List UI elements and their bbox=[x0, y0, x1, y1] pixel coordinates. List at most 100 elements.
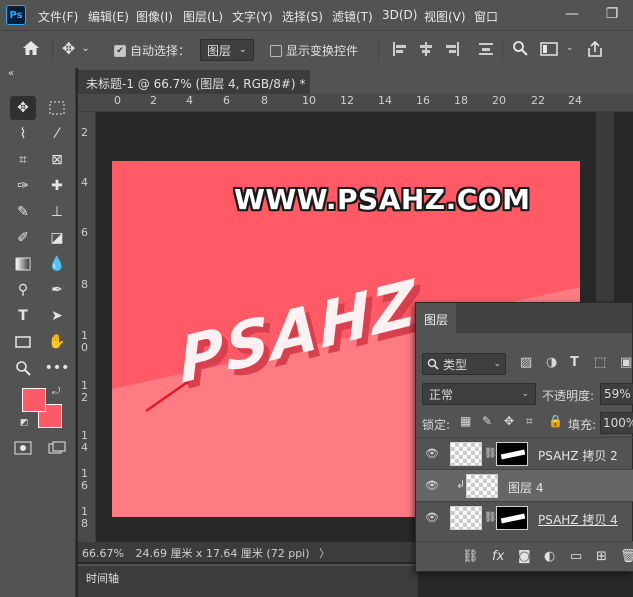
menu-type[interactable]: 文字(Y) bbox=[232, 8, 273, 25]
auto-select-label: 自动选择： bbox=[130, 44, 191, 58]
document-tab[interactable]: 未标题-1 @ 66.7% (图层 4, RGB/8#) * × bbox=[78, 68, 325, 94]
type-filter-icon[interactable]: T bbox=[570, 355, 579, 370]
search-icon[interactable] bbox=[512, 40, 528, 56]
auto-select-checkbox[interactable]: ✔ 自动选择： bbox=[114, 42, 190, 59]
menu-window[interactable]: 窗口 bbox=[474, 8, 498, 25]
move-tool-icon[interactable]: ✥ ⌄ bbox=[62, 39, 90, 58]
restore-button[interactable]: ❐ bbox=[600, 3, 624, 25]
tools-panel: « ✥ ⌇ ⁄ ⌗ ⊠ ✑ ✚ ✎ ⊥ ✐ ◪ 💧 ⚲ ✒ T ➤ ✋ ••• … bbox=[0, 68, 76, 597]
timeline-panel-tab[interactable]: 时间轴 bbox=[78, 564, 418, 597]
layer-name[interactable]: PSAHZ 拷贝 4 bbox=[538, 511, 618, 528]
opacity-input[interactable]: 59% bbox=[600, 383, 633, 405]
filter-kind-dropdown[interactable]: 类型 ⌄ bbox=[422, 353, 506, 375]
dodge-tool-icon[interactable]: ⚲ bbox=[10, 278, 36, 302]
lock-all-icon[interactable]: 🔒 bbox=[548, 414, 563, 428]
layer-name[interactable]: 图层 4 bbox=[508, 479, 543, 496]
smart-object-filter-icon[interactable]: ▣ bbox=[620, 355, 632, 370]
share-icon[interactable] bbox=[586, 40, 604, 58]
image-filter-icon[interactable]: ▨ bbox=[520, 355, 532, 370]
rectangle-tool-icon[interactable] bbox=[10, 330, 36, 354]
eye-icon[interactable]: 👁 bbox=[424, 447, 440, 460]
blur-tool-icon[interactable]: 💧 bbox=[44, 252, 70, 276]
layer-row-selected[interactable]: 👁 ↲ 图层 4 bbox=[416, 469, 633, 501]
lock-position-icon[interactable]: ✥ bbox=[504, 414, 514, 428]
minimize-button[interactable]: — bbox=[560, 3, 584, 25]
lock-brush-icon[interactable]: ✎ bbox=[482, 414, 492, 428]
menu-file[interactable]: 文件(F) bbox=[38, 8, 78, 25]
healing-brush-tool-icon[interactable]: ✚ bbox=[44, 174, 70, 198]
menu-image[interactable]: 图像(I) bbox=[136, 8, 173, 25]
stamp-tool-icon[interactable]: ⊥ bbox=[44, 200, 70, 224]
type-tool-icon[interactable]: T bbox=[10, 304, 36, 328]
eyedropper-tool-icon[interactable]: ✑ bbox=[10, 174, 36, 198]
align-left-icon[interactable] bbox=[392, 41, 408, 57]
menu-select[interactable]: 选择(S) bbox=[282, 8, 323, 25]
chevron-right-icon[interactable]: 〉 bbox=[319, 547, 330, 560]
lock-transparent-icon[interactable]: ▦ bbox=[460, 414, 471, 428]
eye-icon[interactable]: 👁 bbox=[424, 511, 440, 524]
auto-select-dropdown[interactable]: 图层 ⌄ bbox=[200, 39, 254, 61]
show-transform-checkbox[interactable]: 显示变换控件 bbox=[270, 42, 358, 59]
fx-icon[interactable]: fx bbox=[492, 549, 504, 564]
zoom-tool-icon[interactable] bbox=[10, 356, 36, 380]
workspace-icon[interactable] bbox=[540, 41, 558, 57]
menu-layer[interactable]: 图层(L) bbox=[183, 8, 223, 25]
adjustment-layer-icon[interactable]: ◐ bbox=[544, 549, 555, 564]
screen-mode-icon[interactable] bbox=[44, 436, 70, 460]
menu-edit[interactable]: 编辑(E) bbox=[88, 8, 129, 25]
home-icon[interactable] bbox=[22, 40, 40, 56]
link-icon[interactable]: ⛓ bbox=[484, 448, 497, 459]
delete-layer-icon[interactable]: 🗑 bbox=[620, 549, 633, 564]
eye-icon[interactable]: 👁 bbox=[424, 479, 440, 492]
document-size: 24.69 厘米 x 17.64 厘米 (72 ppi) bbox=[135, 547, 310, 560]
brush-tool-icon[interactable]: ✎ bbox=[10, 200, 36, 224]
lasso-tool-icon[interactable]: ⌇ bbox=[10, 122, 36, 146]
new-layer-icon[interactable]: ⊞ bbox=[596, 549, 607, 564]
ruler-label: 4 bbox=[186, 94, 193, 107]
adjustment-filter-icon[interactable]: ◑ bbox=[546, 355, 557, 370]
layer-name[interactable]: PSAHZ 拷贝 2 bbox=[538, 447, 618, 464]
document-tab-title: 未标题-1 @ 66.7% (图层 4, RGB/8#) * bbox=[86, 77, 306, 91]
collapse-icon[interactable]: « bbox=[8, 68, 14, 79]
layer-row[interactable]: 👁 ⛓ PSAHZ 拷贝 2 bbox=[416, 437, 633, 469]
quick-mask-icon[interactable] bbox=[10, 436, 36, 460]
default-colors-icon[interactable]: ◩ bbox=[20, 418, 29, 428]
align-center-icon[interactable] bbox=[418, 41, 434, 57]
history-brush-tool-icon[interactable]: ✐ bbox=[10, 226, 36, 250]
distribute-icon[interactable] bbox=[478, 41, 494, 57]
menu-view[interactable]: 视图(V) bbox=[424, 8, 466, 25]
new-group-icon[interactable]: ▭ bbox=[570, 549, 582, 564]
shape-filter-icon[interactable]: ⬚ bbox=[594, 355, 606, 370]
layer-row[interactable]: 👁 ⛓ PSAHZ 拷贝 4 bbox=[416, 501, 633, 533]
eraser-tool-icon[interactable]: ◪ bbox=[44, 226, 70, 250]
layer-mask-thumbnail[interactable] bbox=[496, 506, 528, 530]
add-mask-icon[interactable]: ◙ bbox=[518, 549, 531, 564]
more-tools-icon[interactable]: ••• bbox=[44, 356, 70, 380]
menu-3d[interactable]: 3D(D) bbox=[382, 8, 417, 22]
pen-tool-icon[interactable]: ✒ bbox=[44, 278, 70, 302]
magic-wand-tool-icon[interactable]: ⁄ bbox=[44, 122, 70, 146]
marquee-tool-icon[interactable] bbox=[44, 96, 70, 120]
gradient-tool-icon[interactable] bbox=[10, 252, 36, 276]
link-icon[interactable]: ⛓ bbox=[484, 512, 497, 523]
fill-input[interactable]: 100% bbox=[600, 412, 633, 434]
swap-colors-icon[interactable]: ⤾ bbox=[52, 386, 60, 397]
move-tool-icon[interactable]: ✥ bbox=[10, 96, 36, 120]
layer-thumbnail bbox=[450, 506, 482, 530]
lock-artboard-icon[interactable]: ⌗ bbox=[526, 414, 533, 429]
layer-mask-thumbnail[interactable] bbox=[496, 442, 528, 466]
path-selection-tool-icon[interactable]: ➤ bbox=[44, 304, 70, 328]
foreground-color-swatch[interactable] bbox=[22, 388, 46, 412]
menu-filter[interactable]: 滤镜(T) bbox=[332, 8, 373, 25]
frame-tool-icon[interactable]: ⊠ bbox=[44, 148, 70, 172]
crop-tool-icon[interactable]: ⌗ bbox=[10, 148, 36, 172]
blend-mode-dropdown[interactable]: 正常 ⌄ bbox=[422, 383, 536, 405]
align-right-icon[interactable] bbox=[444, 41, 460, 57]
timeline-label: 时间轴 bbox=[86, 572, 119, 585]
menu-bar: Ps 文件(F) 编辑(E) 图像(I) 图层(L) 文字(Y) 选择(S) 滤… bbox=[0, 0, 633, 30]
hand-tool-icon[interactable]: ✋ bbox=[44, 330, 70, 354]
chevron-down-icon[interactable]: ⌄ bbox=[566, 43, 574, 53]
zoom-level[interactable]: 66.67% bbox=[82, 547, 124, 560]
link-layers-icon[interactable]: ⛓ bbox=[462, 549, 479, 564]
tab-layers[interactable]: 图层 bbox=[416, 303, 457, 333]
